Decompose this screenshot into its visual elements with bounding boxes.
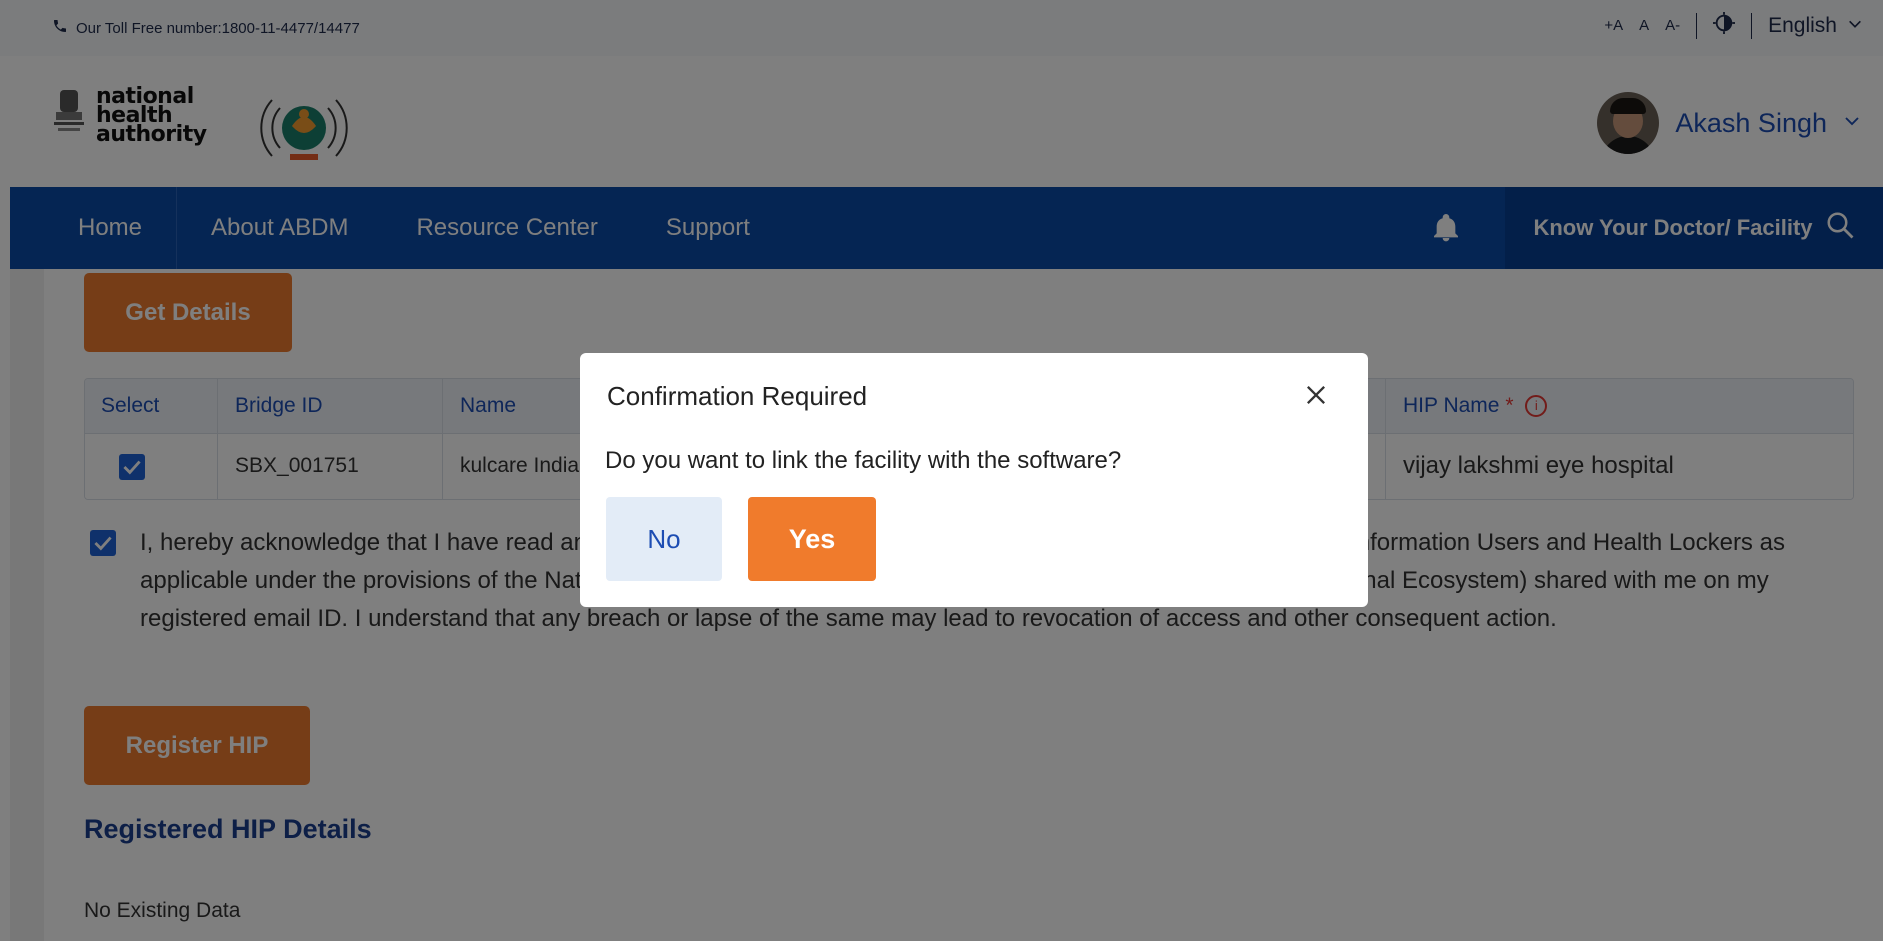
close-icon[interactable] xyxy=(1302,381,1330,409)
dialog-message: Do you want to link the facility with th… xyxy=(605,447,1122,474)
no-button[interactable]: No xyxy=(606,497,722,581)
confirmation-dialog: Confirmation Required Do you want to lin… xyxy=(580,353,1368,607)
dialog-title: Confirmation Required xyxy=(607,381,868,411)
yes-button[interactable]: Yes xyxy=(748,497,876,581)
